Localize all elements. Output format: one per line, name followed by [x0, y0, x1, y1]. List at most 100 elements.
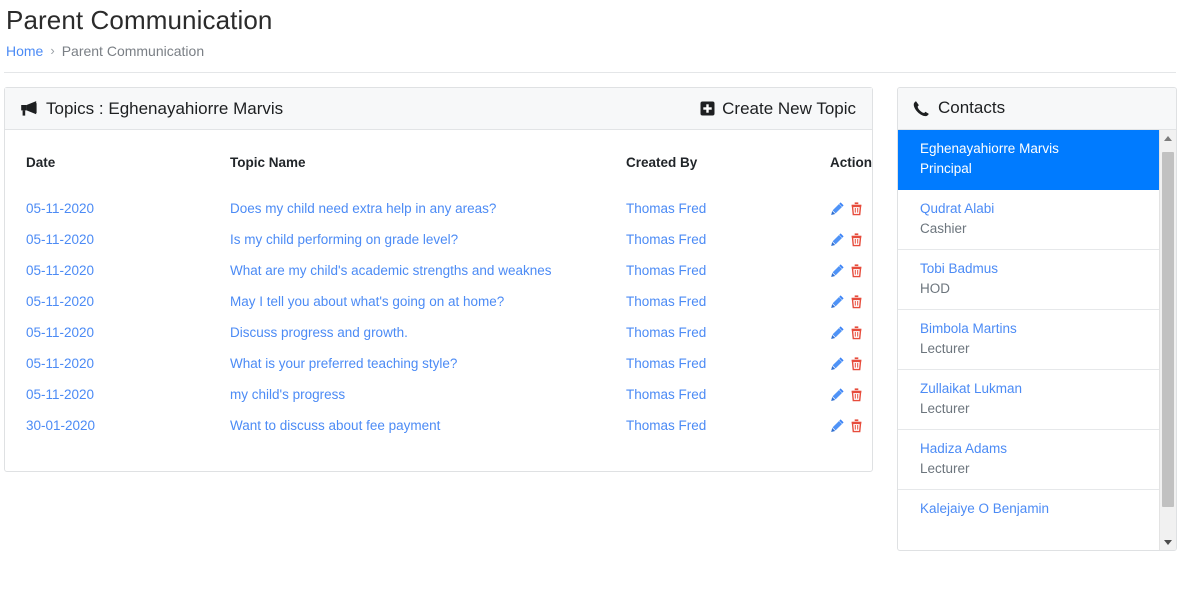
list-item[interactable]: Qudrat Alabi Cashier: [898, 190, 1159, 250]
trash-icon[interactable]: [849, 387, 864, 402]
cell-created-by[interactable]: Thomas Fred: [626, 224, 830, 255]
cell-action: [830, 286, 882, 317]
contact-role: Lecturer: [920, 461, 970, 476]
topics-title-group: Topics : Eghenayahiorre Marvis: [19, 98, 283, 119]
pencil-icon[interactable]: [830, 294, 845, 309]
pencil-icon[interactable]: [830, 387, 845, 402]
contact-name: Bimbola Martins: [920, 321, 1017, 336]
table-row: 05-11-2020 Is my child performing on grad…: [5, 224, 882, 255]
row-action-group: [830, 325, 874, 340]
breadcrumb-current: Parent Communication: [61, 43, 205, 59]
pencil-icon[interactable]: [830, 325, 845, 340]
contact-name: Eghenayahiorre Marvis: [920, 141, 1059, 156]
pencil-icon[interactable]: [830, 418, 845, 433]
cell-created-by[interactable]: Thomas Fred: [626, 255, 830, 286]
cell-created-by[interactable]: Thomas Fred: [626, 348, 830, 379]
cell-created-by[interactable]: Thomas Fred: [626, 317, 830, 348]
phone-icon: [912, 100, 929, 117]
cell-date[interactable]: 05-11-2020: [5, 193, 230, 224]
cell-date[interactable]: 05-11-2020: [5, 286, 230, 317]
topics-card-title: Topics : Eghenayahiorre Marvis: [46, 98, 284, 118]
cell-topic-name[interactable]: Want to discuss about fee payment: [230, 410, 626, 441]
topics-header-row: Date Topic Name Created By Action: [5, 130, 882, 193]
contact-role: Principal: [920, 161, 972, 176]
topics-card-header: Topics : Eghenayahiorre Marvis Create Ne…: [5, 88, 872, 130]
list-item[interactable]: Tobi Badmus HOD: [898, 250, 1159, 310]
cell-created-by[interactable]: Thomas Fred: [626, 286, 830, 317]
list-item[interactable]: Zullaikat Lukman Lecturer: [898, 370, 1159, 430]
topics-table-head: Date Topic Name Created By Action: [5, 130, 882, 193]
trash-icon[interactable]: [849, 294, 864, 309]
table-row: 05-11-2020 What is your preferred teachin…: [5, 348, 882, 379]
column-header-date: Date: [26, 155, 56, 170]
header-divider: [4, 72, 1176, 73]
cell-action: [830, 224, 882, 255]
topics-card: Topics : Eghenayahiorre Marvis Create Ne…: [4, 87, 873, 472]
scrollbar-thumb[interactable]: [1162, 152, 1174, 507]
cell-topic-name[interactable]: What is your preferred teaching style?: [230, 348, 626, 379]
plus-square-icon: [700, 101, 715, 116]
cell-date[interactable]: 05-11-2020: [5, 348, 230, 379]
cell-topic-name[interactable]: What are my child's academic strengths a…: [230, 255, 626, 286]
contact-name: Qudrat Alabi: [920, 201, 995, 216]
cell-topic-name[interactable]: my child's progress: [230, 379, 626, 410]
pencil-icon[interactable]: [830, 263, 845, 278]
topics-table-body: 05-11-2020 Does my child need extra help …: [5, 193, 882, 471]
contact-name: Zullaikat Lukman: [920, 381, 1023, 396]
page-title: Parent Communication: [6, 5, 273, 35]
trash-icon[interactable]: [849, 263, 864, 278]
table-row: 05-11-2020 May I tell you about what's go…: [5, 286, 882, 317]
contact-name: Hadiza Adams: [920, 441, 1008, 456]
contact-role: Lecturer: [920, 401, 970, 416]
trash-icon[interactable]: [849, 356, 864, 371]
cell-date[interactable]: 05-11-2020: [5, 255, 230, 286]
row-action-group: [830, 387, 874, 402]
create-new-topic-label: Create New Topic: [722, 98, 856, 118]
trash-icon[interactable]: [849, 232, 864, 247]
list-item[interactable]: Eghenayahiorre Marvis Principal: [898, 130, 1159, 190]
trash-icon[interactable]: [849, 325, 864, 340]
cell-topic-name[interactable]: May I tell you about what's going on at …: [230, 286, 626, 317]
cell-date[interactable]: 05-11-2020: [5, 224, 230, 255]
trash-icon[interactable]: [849, 201, 864, 216]
contacts-card: Contacts Eghenayahiorre Marvis Principal Q…: [897, 87, 1177, 551]
list-item[interactable]: Hadiza Adams Lecturer: [898, 430, 1159, 490]
row-action-group: [830, 232, 874, 247]
contacts-scroll-area: Eghenayahiorre Marvis Principal Qudrat Ala…: [898, 130, 1176, 550]
pencil-icon[interactable]: [830, 356, 845, 371]
breadcrumb-home-link[interactable]: Home: [6, 42, 43, 60]
scroll-down-arrow-icon[interactable]: [1160, 534, 1176, 550]
breadcrumb: Home › Parent Communication: [4, 36, 1173, 60]
cell-topic-name[interactable]: Discuss progress and growth.: [230, 317, 626, 348]
row-action-group: [830, 418, 874, 433]
cell-action: [830, 255, 882, 286]
contacts-scrollbar[interactable]: [1159, 130, 1176, 550]
cell-action: [830, 348, 882, 379]
cell-created-by[interactable]: Thomas Fred: [626, 379, 830, 410]
breadcrumb-separator: ›: [50, 43, 55, 58]
cell-topic-name[interactable]: Is my child performing on grade level?: [230, 224, 626, 255]
list-item[interactable]: Kalejaiye O Benjamin: [898, 490, 1159, 529]
row-action-group: [830, 356, 874, 371]
cell-date[interactable]: 05-11-2020: [5, 379, 230, 410]
create-new-topic-button[interactable]: Create New Topic: [700, 98, 856, 119]
trash-icon[interactable]: [849, 418, 864, 433]
cell-action: [830, 317, 882, 348]
cell-date[interactable]: 05-11-2020: [5, 317, 230, 348]
table-row: 05-11-2020 my child's progress Thomas Fred: [5, 379, 882, 410]
row-action-group: [830, 294, 874, 309]
table-row: 05-11-2020 Does my child need extra help …: [5, 193, 882, 224]
contact-name: Tobi Badmus: [920, 261, 999, 276]
contacts-list: Eghenayahiorre Marvis Principal Qudrat Ala…: [898, 130, 1176, 529]
topics-table: Date Topic Name Created By Action 05-11-…: [5, 130, 882, 471]
cell-created-by[interactable]: Thomas Fred: [626, 193, 830, 224]
pencil-icon[interactable]: [830, 201, 845, 216]
contact-name: Kalejaiye O Benjamin: [920, 501, 1050, 516]
pencil-icon[interactable]: [830, 232, 845, 247]
column-header-created-by: Created By: [626, 155, 698, 170]
list-item[interactable]: Bimbola Martins Lecturer: [898, 310, 1159, 370]
cell-date[interactable]: 30-01-2020: [5, 410, 230, 441]
scroll-up-arrow-icon[interactable]: [1160, 130, 1176, 147]
cell-topic-name[interactable]: Does my child need extra help in any are…: [230, 193, 626, 224]
cell-created-by[interactable]: Thomas Fred: [626, 410, 830, 441]
